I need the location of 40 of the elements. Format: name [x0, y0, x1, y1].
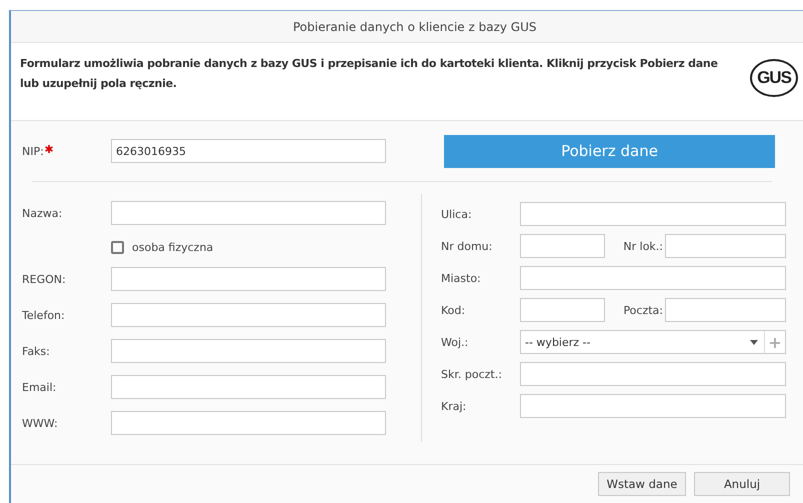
input-field[interactable] [520, 362, 786, 386]
field-label: Email: [22, 380, 58, 394]
input-field[interactable] [520, 266, 786, 290]
input-field[interactable] [111, 303, 386, 327]
field-label: Kraj: [441, 400, 468, 412]
input-field[interactable] [111, 201, 386, 225]
field-label: WWW: [22, 416, 59, 430]
input-field[interactable] [520, 298, 605, 322]
field-label: Poczta: [622, 304, 664, 316]
nip-field[interactable]: 6263016935 [111, 139, 386, 163]
gus-logo: GUS [750, 59, 798, 97]
input-field[interactable] [520, 394, 786, 418]
input-field[interactable] [111, 339, 386, 363]
window-title: Pobieranie danych o kliencie z bazy GUS [293, 20, 536, 34]
dialog-button[interactable]: Wstaw dane [598, 472, 686, 496]
description-text: Formularz umożliwia pobranie danych z bazy GUS i przepisanie ich do kartoteki klienta. Kliknij przycisk Pobierz dane lub uzupełnij pola ręcznie. [20, 56, 719, 92]
field-label: Telefon: [22, 308, 66, 322]
dialog-button[interactable]: Anuluj [694, 472, 790, 496]
field-label: NIP: [22, 144, 44, 158]
field-label: Kod: [441, 304, 466, 316]
field-label: Nazwa: [22, 206, 64, 220]
field-label: Nr domu: [441, 240, 494, 252]
field-label: REGON: [22, 272, 67, 286]
input-field[interactable] [111, 411, 386, 435]
field-label: Faks: [22, 344, 51, 358]
field-label: Ulica: [441, 208, 473, 220]
field-label: Skr. poczt.: [441, 368, 503, 380]
field-label: Woj.: [441, 336, 470, 348]
checkbox-label: osoba fizyczna [132, 240, 214, 254]
input-field[interactable] [520, 202, 786, 226]
input-field[interactable] [665, 298, 786, 322]
input-field[interactable] [111, 375, 386, 399]
input-field[interactable] [111, 267, 386, 291]
checkbox[interactable] [111, 240, 124, 254]
field-label: Nr lok.: [622, 240, 664, 252]
field-label: Miasto: [441, 272, 482, 284]
caret-icon [750, 340, 758, 344]
dropdown[interactable]: -- wybierz -- + [520, 330, 786, 354]
input-field[interactable] [520, 234, 605, 258]
input-field[interactable] [665, 234, 786, 258]
